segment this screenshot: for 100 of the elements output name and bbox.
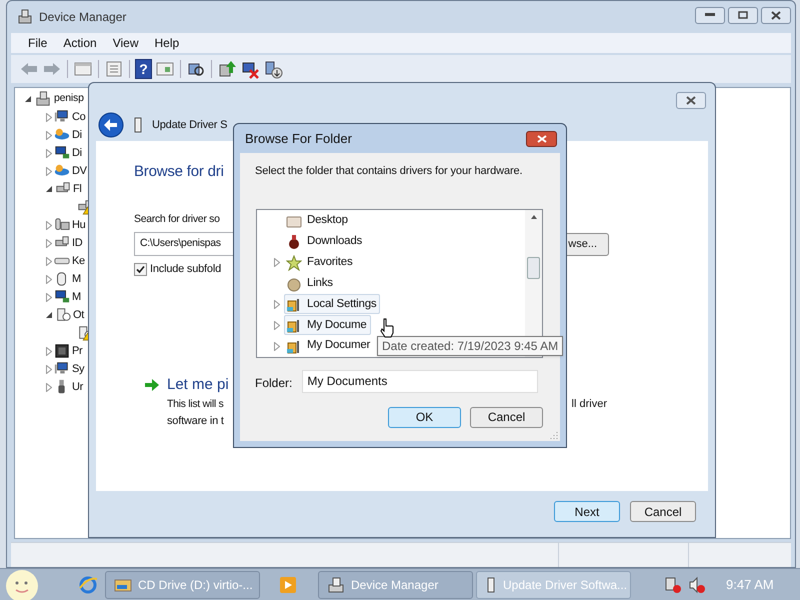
uninstall-device-icon[interactable] [263,59,283,79]
hand-cursor-icon [380,318,394,338]
folder-item[interactable]: Local Settings [284,294,380,314]
minimize-button[interactable] [695,6,725,24]
collapse-arrow-icon[interactable] [46,312,53,318]
option-description: ll driver [572,397,607,412]
ok-button[interactable]: OK [388,406,461,428]
display-device-icon [54,145,70,161]
maximize-button[interactable] [728,6,758,24]
next-button[interactable]: Next [554,501,620,522]
properties-icon[interactable] [104,59,124,79]
resize-grip-icon[interactable] [550,431,558,439]
maximize-icon [738,11,748,19]
expand-arrow-icon[interactable] [46,148,52,158]
tooltip: Date created: 7/19/2023 9:45 AM [377,336,564,356]
folder-item[interactable]: My Docume [284,315,371,336]
expand-arrow-icon[interactable] [46,166,52,176]
hid-device-icon [54,217,70,233]
expand-arrow-icon[interactable] [46,364,52,374]
tree-item[interactable]: DV [72,162,87,180]
help-icon[interactable]: ? [135,59,152,79]
expand-arrow-icon[interactable] [46,112,52,122]
expand-arrow-icon[interactable] [274,258,280,268]
folder-item[interactable]: Links [284,274,337,294]
close-button[interactable] [526,130,557,146]
links-folder-icon [286,276,302,292]
folder-item[interactable]: Downloads [284,232,366,252]
dialog-title: Update Driver S [152,118,228,133]
tree-item[interactable]: Co [72,108,86,126]
menu-item[interactable]: Help [148,34,186,52]
tree-item[interactable]: Ke [72,252,85,270]
folder-item[interactable]: Desktop [284,210,352,231]
folder-item[interactable]: Favorites [284,252,356,273]
star-folder-icon [286,254,302,271]
computer-icon [35,91,51,107]
tree-item[interactable]: M [72,288,81,306]
device-icon [132,117,144,133]
checkbox-label: Include subfold [150,262,221,278]
speaker-muted-icon[interactable] [688,576,706,594]
window-title: Device Manager [39,9,126,26]
expand-arrow-icon[interactable] [46,130,52,140]
scroll-thumb[interactable] [527,256,540,278]
checkbox[interactable] [134,263,147,276]
collapse-arrow-icon[interactable] [25,96,32,102]
user-folder-icon [286,317,302,334]
expand-arrow-icon[interactable] [274,300,280,309]
close-button[interactable] [761,6,791,24]
smiley-start-icon[interactable] [4,568,40,600]
tree-item[interactable]: Di [72,144,82,162]
close-icon [771,10,781,20]
tree-item[interactable]: Hu [72,216,86,234]
user-folder-icon [286,338,302,354]
close-button[interactable] [676,92,706,109]
folder-field[interactable]: My Documents [302,370,538,392]
update-driver-icon[interactable] [217,59,237,79]
tree-item[interactable]: Fl [73,180,82,198]
option-title[interactable]: Let me pi [167,374,229,396]
device-question-icon [55,307,71,323]
arrow-right-icon [145,379,159,391]
menu-item[interactable]: View [106,34,146,52]
expand-arrow-icon[interactable] [274,320,280,330]
downloads-folder-icon [286,234,302,250]
display-device-icon [54,289,70,305]
expand-arrow-icon[interactable] [46,346,52,356]
tree-item[interactable]: Di [72,126,82,144]
expand-arrow-icon[interactable] [46,382,52,392]
device-icon [485,576,497,592]
search-label: Search for driver so [134,212,220,226]
collapse-arrow-icon[interactable] [46,186,53,192]
close-icon [536,134,546,142]
tree-item[interactable]: M [72,270,81,288]
close-icon [686,96,696,105]
prompt-text: Select the folder that contains drivers for your hardware. [255,164,524,179]
expand-arrow-icon[interactable] [46,256,52,266]
tree-item[interactable]: penisp [54,91,84,107]
chip-device-icon [54,343,70,359]
browser-icon[interactable] [78,574,98,594]
folder-item[interactable]: My Documer [284,336,374,356]
dialog-title: Browse For Folder [245,130,352,148]
expand-arrow-icon[interactable] [46,274,52,284]
expand-arrow-icon[interactable] [46,292,52,302]
check-icon [136,265,145,274]
page-heading: Browse for dri [134,162,224,182]
tree-item[interactable]: Ur [72,378,84,396]
network-warning-icon[interactable] [664,576,682,594]
folder-icon [114,576,132,592]
menu-item[interactable]: File [21,34,54,52]
minimize-icon [705,13,715,17]
computer-icon [17,9,33,25]
tree-item[interactable]: ID [72,234,82,252]
cancel-button[interactable]: Cancel [630,501,696,522]
tree-item[interactable]: Sy [72,360,84,378]
cancel-button[interactable]: Cancel [470,406,543,428]
expand-arrow-icon[interactable] [46,220,52,230]
expand-arrow-icon[interactable] [46,238,52,248]
tree-item[interactable]: Pr [72,342,82,360]
tree-item[interactable]: Ot [73,306,84,324]
option-description: software in t [167,414,224,429]
expand-arrow-icon[interactable] [274,342,280,351]
menu-item[interactable]: Action [56,34,104,52]
